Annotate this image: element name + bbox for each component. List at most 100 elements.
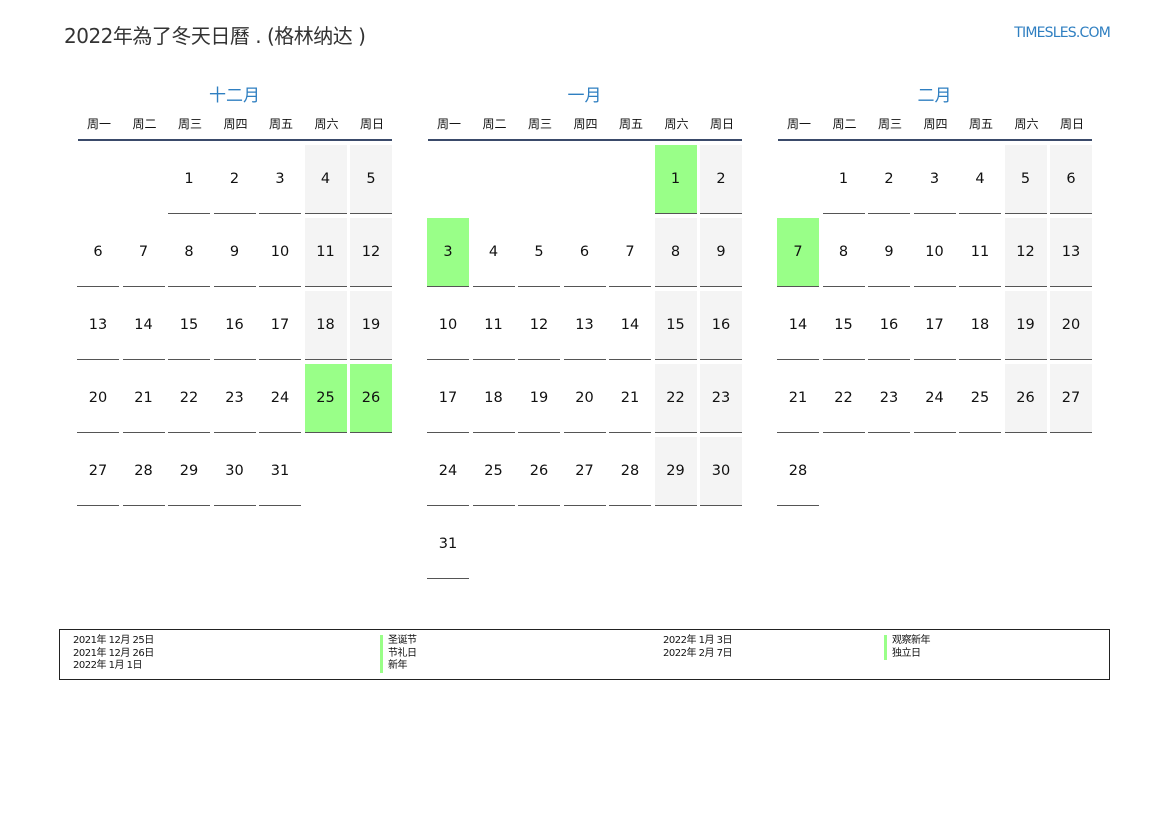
month-calendar: 二月 周一 周二 周三 周四 周五 周六 周日 1 2 3 4 5 6 7 8 9 10 11 12 13 14 15 1… <box>777 84 1092 506</box>
day-cell: 16 <box>700 291 742 360</box>
empty-day-cell <box>473 145 515 214</box>
month-name: 一月 <box>567 86 602 106</box>
empty-day-cell <box>609 145 651 214</box>
empty-day-cell <box>123 145 165 214</box>
day-cell: 24 <box>259 364 301 433</box>
weekday-label: 周一 <box>86 117 111 131</box>
day-cell: 17 <box>427 364 469 433</box>
month-calendar: 十二月 周一 周二 周三 周四 周五 周六 周日 1 2 3 4 5 6 7 8 9 10 11 12 13 14 15… <box>77 84 392 506</box>
day-cell: 23 <box>700 364 742 433</box>
days-grid: 1 2 3 4 5 6 7 8 9 10 11 12 13 14 15 16 17 18 19 20 21 22 23 24 2… <box>77 145 392 506</box>
day-cell: 22 <box>168 364 210 433</box>
legend-date: 2022年 1月 1日 <box>73 660 143 671</box>
days-grid: 1 2 3 4 5 6 7 8 9 10 11 12 13 14 15 16 17 18 19 20 21 22 23 24 2… <box>777 145 1092 506</box>
weekday-label: 周二 <box>832 117 857 131</box>
day-cell: 14 <box>609 291 651 360</box>
empty-day-cell <box>564 145 606 214</box>
day-cell: 28 <box>122 437 165 506</box>
day-cell: 22 <box>822 364 865 433</box>
day-cell: 25 <box>472 437 515 506</box>
day-cell: 1 <box>168 145 210 214</box>
empty-day-cell <box>427 145 469 214</box>
day-cell: 11 <box>304 218 347 287</box>
month-calendar: 一月 周一 周二 周三 周四 周五 周六 周日 1 2 3 4 5 6 7 8 9 10 11 12 13 14 15 1… <box>427 84 742 579</box>
day-cell: 24 <box>427 437 469 506</box>
legend-date: 2022年 2月 7日 <box>663 647 733 659</box>
day-cell: 11 <box>959 218 1001 287</box>
legend-holiday-name: 圣诞节 <box>380 635 417 648</box>
holiday-day-cell: 26 <box>350 364 392 433</box>
weekday-label: 周日 <box>359 117 384 131</box>
day-cell: 13 <box>1050 218 1092 287</box>
day-cell: 22 <box>654 364 697 433</box>
legend-names-left: 圣诞节 节礼日 新年 <box>380 635 417 673</box>
day-cell: 13 <box>563 291 606 360</box>
day-cell: 20 <box>563 364 606 433</box>
day-cell: 20 <box>77 364 119 433</box>
day-cell: 6 <box>1050 145 1092 214</box>
day-cell: 16 <box>868 291 910 360</box>
day-cell: 2 <box>700 145 742 214</box>
weekday-label: 周六 <box>314 117 339 131</box>
site-link[interactable]: TIMESLES.COM <box>1014 25 1111 41</box>
day-cell: 21 <box>122 364 165 433</box>
legend-holiday-name: 节礼日 <box>380 647 417 660</box>
weekday-label: 周四 <box>573 117 598 131</box>
day-cell: 29 <box>654 437 697 506</box>
weekday-label: 周二 <box>132 117 157 131</box>
empty-day-cell <box>777 145 819 214</box>
day-cell: 11 <box>472 291 515 360</box>
days-grid: 1 2 3 4 5 6 7 8 9 10 11 12 13 14 15 16 17 18 19 20 21 22 23 24 2… <box>427 145 742 579</box>
day-cell: 20 <box>1050 291 1092 360</box>
weekday-label: 周一 <box>786 117 811 131</box>
day-cell: 14 <box>777 291 819 360</box>
day-cell: 21 <box>777 364 819 433</box>
day-cell: 13 <box>77 291 119 360</box>
day-cell: 28 <box>609 437 651 506</box>
day-cell: 16 <box>213 291 256 360</box>
weekday-header: 周一 周二 周三 周四 周五 周六 周日 <box>778 108 1092 141</box>
day-cell: 27 <box>77 437 119 506</box>
day-cell: 19 <box>350 291 392 360</box>
weekday-label: 周二 <box>482 117 507 131</box>
day-cell: 19 <box>518 364 560 433</box>
day-cell: 3 <box>913 145 956 214</box>
day-cell: 9 <box>700 218 742 287</box>
legend-date: 2021年 12月 25日 <box>73 635 154 646</box>
day-cell: 12 <box>350 218 392 287</box>
day-cell: 24 <box>913 364 956 433</box>
day-cell: 23 <box>868 364 910 433</box>
weekday-header: 周一 周二 周三 周四 周五 周六 周日 <box>428 108 742 141</box>
day-cell: 10 <box>913 218 956 287</box>
holiday-legend: 2021年 12月 25日 2021年 12月 26日 2022年 1月 1日 … <box>59 629 1110 680</box>
day-cell: 9 <box>213 218 256 287</box>
legend-dates-right: 2022年 1月 3日 2022年 2月 7日 <box>663 635 733 660</box>
day-cell: 10 <box>427 291 469 360</box>
legend-names-right: 观察新年 独立日 <box>884 635 931 660</box>
day-cell: 5 <box>1004 145 1047 214</box>
day-cell: 17 <box>913 291 956 360</box>
day-cell: 18 <box>304 291 347 360</box>
holiday-day-cell: 1 <box>654 145 697 214</box>
day-cell: 4 <box>472 218 515 287</box>
empty-day-cell <box>518 145 560 214</box>
day-cell: 18 <box>472 364 515 433</box>
day-cell: 2 <box>213 145 256 214</box>
weekday-label: 周五 <box>968 117 993 131</box>
day-cell: 5 <box>518 218 560 287</box>
weekday-label: 周三 <box>877 117 902 131</box>
legend-holiday-name: 新年 <box>380 660 417 673</box>
day-cell: 5 <box>350 145 392 214</box>
day-cell: 1 <box>822 145 865 214</box>
day-cell: 26 <box>518 437 560 506</box>
day-cell: 6 <box>563 218 606 287</box>
day-cell: 31 <box>427 510 469 579</box>
weekday-label: 周三 <box>527 117 552 131</box>
day-cell: 25 <box>959 364 1001 433</box>
weekday-label: 周日 <box>1059 117 1084 131</box>
day-cell: 30 <box>213 437 256 506</box>
day-cell: 18 <box>959 291 1001 360</box>
day-cell: 4 <box>959 145 1001 214</box>
weekday-label: 周日 <box>709 117 734 131</box>
day-cell: 15 <box>654 291 697 360</box>
